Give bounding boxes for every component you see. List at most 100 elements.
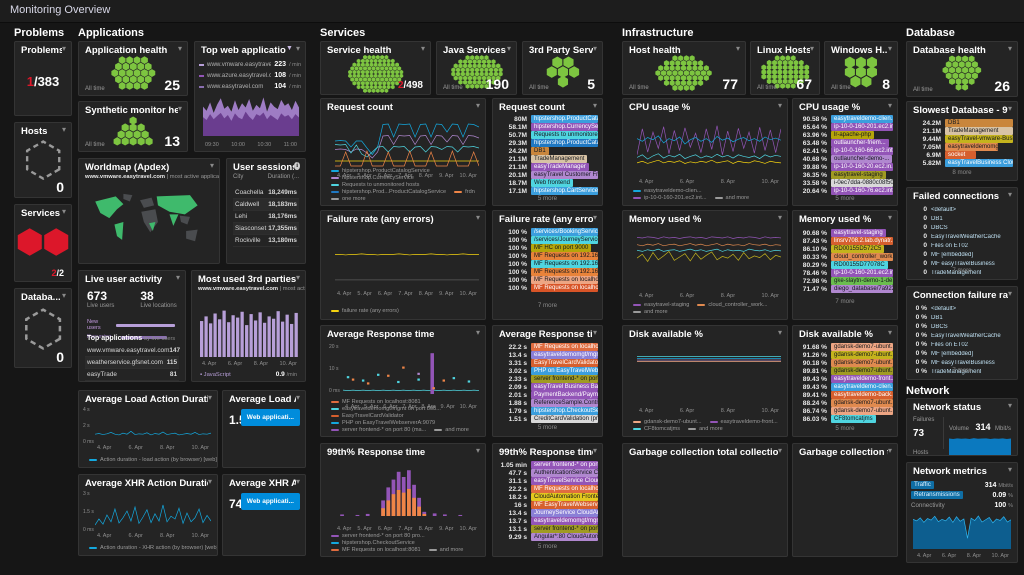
list-row[interactable]: 24.2MDB1 — [497, 147, 598, 155]
avg-xhr-action-duration-tile[interactable]: Average XHR Action Duration▾ 3 s 1.5 s 0… — [78, 474, 218, 556]
chevron-down-icon[interactable]: ▾ — [888, 102, 892, 110]
list-row[interactable]: 100 %/services/JourneyService/ on po... — [497, 236, 598, 244]
list-row[interactable]: 18.7MWeb frontend — [497, 179, 598, 187]
problems-tile[interactable]: Problems▾ 1/383 — [14, 41, 72, 116]
list-row[interactable]: 0 %Files on ET02 — [911, 340, 1013, 349]
chevron-down-icon[interactable]: ▾ — [1008, 290, 1012, 298]
avg-load-action-single-tile[interactable]: Average Load Ac...▾ 1.58s Web applicati.… — [222, 390, 306, 468]
chevron-down-icon[interactable]: ▾ — [296, 478, 300, 486]
worldmap-tile[interactable]: Worldmap (Apdex)▾ www.vmware.easytravel.… — [78, 158, 220, 264]
list-row[interactable]: 89.43 %easytraveldemo-clien... — [797, 383, 893, 391]
list-row[interactable]: 3.02 sPHP on EasyTravelWebserverA... — [497, 367, 598, 375]
info-icon[interactable]: i — [294, 162, 300, 170]
list-row[interactable]: 89.81 %gdansk-demo7-ubunt... — [797, 367, 893, 375]
avg-load-action-duration-tile[interactable]: Average Load Action Duration▾ 4 s 2 s 0 … — [78, 390, 218, 468]
list-row[interactable]: 0DB1 — [911, 214, 1013, 223]
metric-row[interactable]: Traffic314 Mbit/s — [911, 480, 1013, 490]
services-problems-tile[interactable]: Services▾ 2/2 — [14, 204, 72, 282]
chevron-down-icon[interactable]: ▾ — [208, 478, 212, 486]
list-row[interactable]: 39.88 %ip-10-0-160-20.ec2.in... — [797, 163, 893, 171]
list-row[interactable]: 80Mhipstershop.ProductCatalogSe... — [497, 115, 598, 123]
list-row[interactable]: 0MF [embedded] — [911, 250, 1013, 259]
disk-available-chart-tile[interactable]: Disk available %▾ 4. Apr6. Apr8. Apr10. … — [622, 325, 788, 437]
failed-connections-tile[interactable]: Failed connections▾ 0<default>0DB10DBCS0… — [906, 187, 1018, 280]
third-party-services-tile[interactable]: 3rd Party Services▾ All time 5 — [522, 41, 603, 95]
show-more-link[interactable]: 7 more — [907, 267, 1017, 274]
list-row[interactable]: 13.4 seasytraveldemomgt/mgmt on ... — [497, 351, 598, 359]
table-row[interactable]: Lehi18,176ms — [233, 211, 299, 223]
list-row[interactable]: 18.2 sCloudAutomation Frontend — [497, 493, 598, 501]
connection-failure-rate-tile[interactable]: Connection failure rate▾ 0 %<default>0 %… — [906, 286, 1018, 380]
list-row[interactable]: 1.51 sCreditCardValidation (proto.Nes... — [497, 415, 598, 423]
chevron-down-icon[interactable]: ▾ — [736, 45, 740, 53]
list-row[interactable]: 62.41 %ip-10-0-160-66.ec2.int... — [797, 147, 893, 155]
chevron-down-icon[interactable]: ▾ — [593, 329, 597, 337]
list-row[interactable]: 0 %EasyTravelWeatherCache — [911, 331, 1013, 340]
failure-rate-chart-tile[interactable]: Failure rate (any errors)▾ 4. Apr5. Apr6… — [320, 210, 486, 320]
web-app-row[interactable]: www.easytravel.com104/ min — [199, 81, 301, 92]
chevron-down-icon[interactable]: ▾ — [62, 292, 66, 300]
list-row[interactable]: 80.29 %RD00155D77078C — [797, 261, 893, 269]
list-row[interactable]: 86.10 %RD00155D572C5 — [797, 245, 893, 253]
top-web-applications-tile[interactable]: Top web applications :..▼▾ www.vmware.ea… — [194, 41, 306, 152]
avg-xhr-action-single-tile[interactable]: Average XHR Ac...▾ 744ms Web applicati..… — [222, 474, 306, 556]
gc-list-tile[interactable]: Garbage collection to...▾ — [792, 443, 898, 557]
list-row[interactable]: 0 %<default> — [911, 304, 1013, 313]
list-row[interactable]: 50.7MRequests to unmonitored hosts — [497, 131, 598, 139]
gc-chart-tile[interactable]: Garbage collection total collection time… — [622, 443, 788, 557]
chevron-down-icon[interactable]: ▾ — [810, 45, 814, 53]
list-row[interactable]: 90.58 %easytraveldemo-clien... — [797, 115, 893, 123]
list-row[interactable]: 29.3Mhipstershop.ProductCatalogSe... — [497, 139, 598, 147]
disk-available-list-tile[interactable]: Disk available %▾ 91.68 %gdansk-demo7-ub… — [792, 325, 898, 437]
chevron-down-icon[interactable]: ▾ — [888, 447, 892, 455]
list-row[interactable]: 0EasyTravelWeatherCache — [911, 232, 1013, 241]
cpu-usage-chart-tile[interactable]: CPU usage %▾ 4. Apr6. Apr8. Apr10. Apr e… — [622, 98, 788, 206]
list-row[interactable]: 13.7 seasytraveldemomgt/mgmt o... — [497, 517, 598, 525]
user-sessions-tile[interactable]: User sessions qu...i CityDuration (... C… — [226, 158, 306, 264]
list-row[interactable]: 63.96 %lr-apache-php — [797, 131, 893, 139]
list-row[interactable]: 65.64 %ip-10-0-160-201.ec2.int... — [797, 123, 893, 131]
most-used-3rd-parties-tile[interactable]: Most used 3rd parties▾ www.vmware.easytr… — [191, 270, 306, 382]
chevron-down-icon[interactable]: ▾ — [888, 329, 892, 337]
list-row[interactable]: 13.1 sserver frontend-* on port 80 — [497, 525, 598, 533]
show-more-link[interactable]: 5 more — [493, 543, 602, 550]
list-row[interactable]: 0DBCS — [911, 223, 1013, 232]
network-status-tile[interactable]: Network status▾ Failures 73 Hosts Volume… — [906, 398, 1018, 456]
list-row[interactable]: 24.2MDB1 — [911, 119, 1013, 127]
chevron-down-icon[interactable]: ▾ — [593, 102, 597, 110]
cpu-usage-list-tile[interactable]: CPU usage %▾ 90.58 %easytraveldemo-clien… — [792, 98, 898, 206]
table-row[interactable]: Caldwell18,183ms — [233, 199, 299, 211]
chevron-down-icon[interactable]: ▾ — [421, 45, 425, 53]
list-row[interactable]: 47.7 sAuthenticationService Cloud... — [497, 469, 598, 477]
metric-row[interactable]: Connectivity100 % — [911, 500, 1013, 510]
list-row[interactable]: 87.43 %linsrv708.2.lab.dynatr... — [797, 237, 893, 245]
list-row[interactable]: 86.03 %CF8tomcatjms — [797, 415, 893, 423]
web-app-row[interactable]: www.azure.easytravel.com108/ min — [199, 70, 301, 81]
list-row[interactable]: 21.1MeasyTradeManager — [497, 163, 598, 171]
list-row[interactable]: 0<default> — [911, 205, 1013, 214]
list-row[interactable]: 1.88 sReferenceSample.Controller.Azure — [497, 399, 598, 407]
show-more-link[interactable]: 5 more — [793, 195, 897, 202]
filter-icon[interactable]: ▼ — [286, 45, 293, 53]
chevron-down-icon[interactable]: ▾ — [178, 45, 182, 53]
windows-hosts-tile[interactable]: Windows H...▾ All time 8 — [824, 41, 898, 95]
network-metrics-tile[interactable]: Network metrics▾ Traffic314 Mbit/sRetran… — [906, 462, 1018, 563]
chevron-down-icon[interactable]: ▾ — [778, 447, 782, 455]
list-row[interactable]: 80.33 %cloud_controller_work... — [797, 253, 893, 261]
show-more-link[interactable]: 8 more — [907, 169, 1017, 176]
list-row[interactable]: 6.9Msocket — [911, 151, 1013, 159]
p99-response-list-tile[interactable]: 99th% Response time▾ 1.05 minserver fron… — [492, 443, 603, 557]
chevron-down-icon[interactable]: ▾ — [778, 214, 782, 222]
list-row[interactable]: 7.05Measytraveldemomgt-db — [911, 143, 1013, 151]
web-application-button[interactable]: Web applicati... — [241, 493, 300, 510]
show-more-link[interactable]: 7 more — [493, 302, 602, 309]
memory-used-list-tile[interactable]: Memory used %▾ 90.68 %easytravel-staging… — [792, 210, 898, 320]
chevron-down-icon[interactable]: ▾ — [1008, 105, 1012, 113]
list-row[interactable]: 13.4 sJourneyService CloudAutom... — [497, 509, 598, 517]
list-row[interactable]: 21.1MTradeManagement — [497, 155, 598, 163]
list-row[interactable]: 0Files on ET02 — [911, 241, 1013, 250]
list-row[interactable]: 88.24 %gdansk-demo7-ubunt... — [797, 399, 893, 407]
chevron-down-icon[interactable]: ▾ — [593, 214, 597, 222]
list-row[interactable]: 91.68 %gdansk-demo7-ubunt... — [797, 343, 893, 351]
list-row[interactable]: 20.1MeasyTravel Customer Frontend — [497, 171, 598, 179]
